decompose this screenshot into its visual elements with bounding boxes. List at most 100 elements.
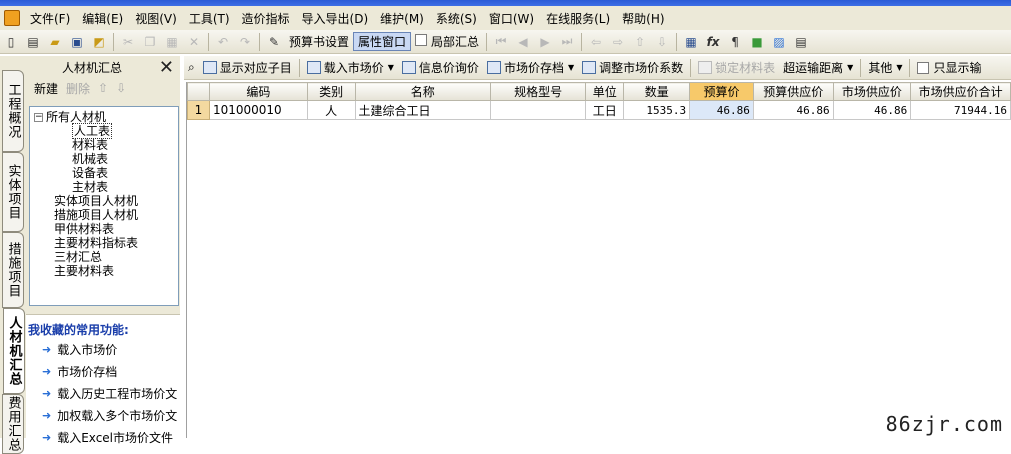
col-budget-price[interactable]: 预算价	[689, 82, 754, 101]
tree-item-three-materials[interactable]: 三材汇总	[34, 250, 178, 264]
tree-item-owner-supplied[interactable]: 甲供材料表	[34, 222, 178, 236]
delete-icon[interactable]: ✕	[184, 32, 204, 52]
tree-item-measure[interactable]: 措施项目人材机	[34, 208, 178, 222]
cell-code[interactable]: 101000010	[208, 100, 308, 120]
tree-item-material[interactable]: 材料表	[34, 138, 178, 152]
tree-item-equipment[interactable]: 设备表	[34, 166, 178, 180]
collapse-icon[interactable]: −	[34, 113, 43, 122]
only-show-toggle[interactable]: 只显示输	[913, 59, 985, 76]
prev-icon[interactable]: ◀	[513, 32, 533, 52]
col-quantity[interactable]: 数量	[623, 82, 691, 101]
tab-entity-items[interactable]: 实体项目	[2, 152, 24, 232]
new-button[interactable]: 新建	[34, 80, 58, 97]
col-unit[interactable]: 单位	[585, 82, 625, 101]
undo-icon[interactable]: ↶	[213, 32, 233, 52]
first-icon[interactable]: ⏮	[491, 32, 511, 52]
delete-button[interactable]: 删除	[66, 80, 90, 97]
menu-maintain[interactable]: 维护(M)	[374, 10, 430, 27]
move-left-icon[interactable]: ⇦	[586, 32, 606, 52]
info-price-query-button[interactable]: 信息价询价	[398, 59, 483, 76]
cell-name[interactable]: 土建综合工日	[354, 100, 492, 120]
cell-quantity[interactable]: 1535.3	[623, 100, 691, 120]
col-spec[interactable]: 规格型号	[490, 82, 587, 101]
favorite-load-excel[interactable]: ➜ 载入Excel市场价文件	[26, 426, 180, 448]
checkbox[interactable]	[917, 61, 930, 74]
copy-icon[interactable]: ❐	[140, 32, 160, 52]
next-icon[interactable]: ▶	[535, 32, 555, 52]
col-market-total[interactable]: 市场供应价合计	[910, 82, 1011, 101]
menu-view[interactable]: 视图(V)	[129, 10, 183, 27]
new-file-icon[interactable]: ▯	[1, 32, 21, 52]
calculator-icon[interactable]: ▦	[681, 32, 701, 52]
menu-online[interactable]: 在线服务(L)	[540, 10, 616, 27]
menu-cost-index[interactable]: 造价指标	[236, 10, 296, 27]
last-icon[interactable]: ⏭	[557, 32, 577, 52]
move-right-icon[interactable]: ⇨	[608, 32, 628, 52]
image-icon[interactable]: ▨	[769, 32, 789, 52]
up-arrow-icon[interactable]: ⇧	[98, 81, 108, 95]
col-budget-supply[interactable]: 预算供应价	[752, 82, 834, 101]
tab-project-overview[interactable]: 工程概况	[2, 70, 24, 152]
col-category[interactable]: 类别	[306, 82, 356, 101]
lock-material-button[interactable]: 锁定材料表	[694, 59, 779, 76]
save-as-icon[interactable]: ◩	[89, 32, 109, 52]
menu-tools[interactable]: 工具(T)	[183, 10, 236, 27]
tree-item-machine[interactable]: 机械表	[34, 152, 178, 166]
cell-category[interactable]: 人	[306, 100, 356, 120]
redo-icon[interactable]: ↷	[235, 32, 255, 52]
document-icon[interactable]: ▤	[791, 32, 811, 52]
row-number[interactable]: 1	[187, 100, 210, 120]
cell-market-total[interactable]: 71944.16	[910, 100, 1011, 120]
cell-budget-price[interactable]: 46.86	[689, 100, 754, 120]
menu-help[interactable]: 帮助(H)	[616, 10, 670, 27]
tab-cost-summary[interactable]: 费用汇总	[2, 394, 24, 454]
property-window-button[interactable]: 属性窗口	[353, 32, 412, 51]
checkbox[interactable]	[415, 34, 428, 46]
tree-item-entity[interactable]: 实体项目人材机	[34, 194, 178, 208]
tab-labor-material-summary[interactable]: 人材机汇总	[3, 308, 25, 394]
tree-item-labor[interactable]: 人工表	[34, 123, 178, 139]
menu-window[interactable]: 窗口(W)	[483, 10, 540, 27]
paragraph-icon[interactable]: ¶	[725, 32, 745, 52]
other-menu-button[interactable]: 其他 ▼	[864, 59, 906, 76]
favorite-archive-market-price[interactable]: ➜ 市场价存档	[26, 360, 180, 382]
menu-system[interactable]: 系统(S)	[430, 10, 483, 27]
cut-icon[interactable]: ✂	[118, 32, 138, 52]
show-subitem-button[interactable]: 显示对应子目	[199, 59, 296, 76]
cell-unit[interactable]: 工日	[585, 100, 625, 120]
close-icon[interactable]: ✕	[159, 57, 174, 78]
menu-import-export[interactable]: 导入导出(D)	[296, 10, 375, 27]
paste-icon[interactable]: ▦	[162, 32, 182, 52]
find-icon[interactable]: ⌕	[184, 60, 199, 75]
favorite-weighted-load[interactable]: ➜ 加权载入多个市场价文	[26, 404, 180, 426]
market-price-archive-button[interactable]: 市场价存档 ▼	[483, 59, 578, 76]
tree-item-main-materials[interactable]: 主要材料表	[34, 264, 178, 278]
col-market-supply[interactable]: 市场供应价	[832, 82, 912, 101]
menu-file[interactable]: 文件(F)	[24, 10, 76, 27]
cell-market-supply[interactable]: 46.86	[832, 100, 912, 120]
down-arrow-icon[interactable]: ⇩	[116, 81, 126, 95]
menu-edit[interactable]: 编辑(E)	[76, 10, 129, 27]
tree-root[interactable]: − 所有人材机	[34, 110, 178, 124]
move-up-icon[interactable]: ⇧	[630, 32, 650, 52]
tree-item-main-index[interactable]: 主要材料指标表	[34, 236, 178, 250]
cell-budget-supply[interactable]: 46.86	[752, 100, 834, 120]
tree-item-main-material[interactable]: 主材表	[34, 180, 178, 194]
favorite-load-history[interactable]: ➜ 载入历史工程市场价文	[26, 382, 180, 404]
cube-icon[interactable]: ■	[747, 32, 767, 52]
new-template-icon[interactable]: ▤	[23, 32, 43, 52]
col-code[interactable]: 编码	[208, 82, 308, 101]
table-row[interactable]: 1 101000010 人 土建综合工日 工日 1535.3 46.86 46.…	[187, 100, 1011, 120]
cell-spec[interactable]	[490, 100, 587, 120]
formula-icon[interactable]: fx	[703, 32, 723, 52]
budget-settings-button[interactable]: 预算书设置	[285, 33, 353, 50]
favorite-load-market-price[interactable]: ➜ 载入市场价	[26, 338, 180, 360]
move-down-icon[interactable]: ⇩	[652, 32, 672, 52]
col-name[interactable]: 名称	[354, 82, 492, 101]
open-folder-icon[interactable]: ▰	[45, 32, 65, 52]
partial-summary-toggle[interactable]: 局部汇总	[411, 33, 483, 50]
load-market-price-button[interactable]: 载入市场价 ▼	[303, 59, 398, 76]
adjust-coefficient-button[interactable]: 调整市场价系数	[578, 59, 687, 76]
tab-measure-items[interactable]: 措施项目	[2, 232, 24, 308]
over-distance-button[interactable]: 超运输距离 ▼	[779, 59, 857, 76]
